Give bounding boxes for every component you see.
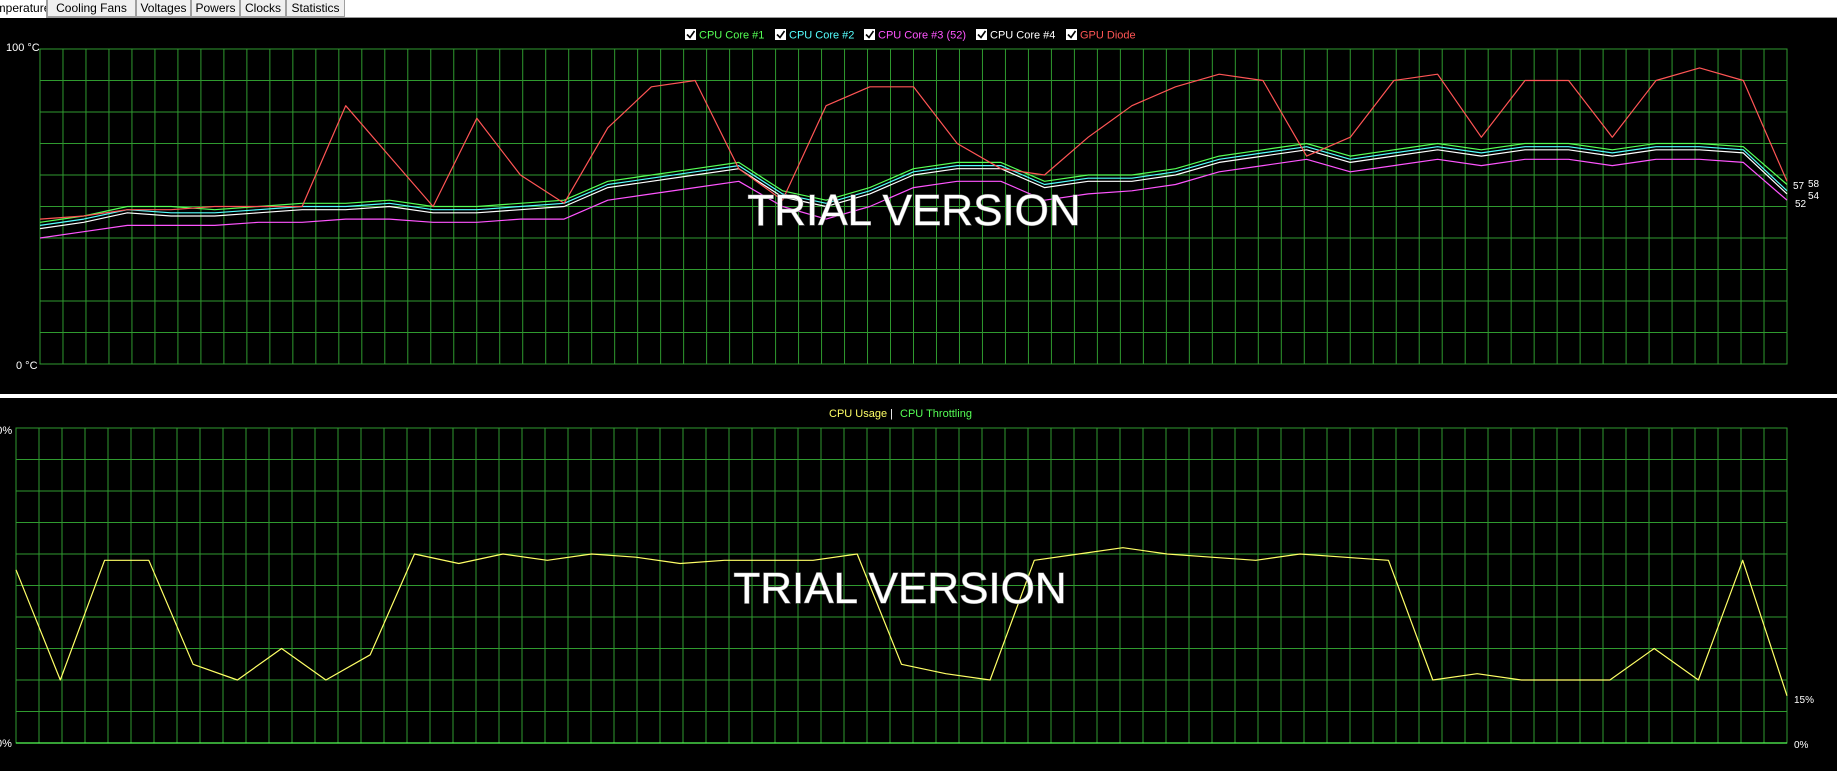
tab-label: Clocks — [244, 1, 281, 15]
tab-label: Powers — [195, 1, 236, 15]
checkbox-icon[interactable] — [864, 29, 875, 40]
current-values: 57 58 54 52 — [1793, 179, 1820, 210]
checkbox-icon[interactable] — [685, 29, 696, 40]
current-value-core3: 52 — [1795, 199, 1807, 210]
trial-watermark: TRIAL VERSION — [747, 186, 1080, 235]
tab-temperatures[interactable]: Temperatures — [0, 0, 47, 18]
legend-item-cpu-core-4[interactable]: CPU Core #4 — [976, 29, 1055, 42]
tab-bar: Temperatures Cooling Fans Voltages Power… — [0, 0, 1837, 18]
legend-item-cpu-core-1[interactable]: CPU Core #1 — [685, 29, 764, 42]
current-value-core1: 57 — [1793, 181, 1805, 192]
current-value-core4: 54 — [1808, 191, 1820, 202]
legend-label: CPU Core #3 (52) — [878, 30, 966, 42]
usage-chart: CPU Usage | CPU Throttling 100% 0% TRIAL… — [0, 408, 1814, 751]
legend-separator: | — [890, 408, 893, 420]
tab-clocks[interactable]: Clocks — [240, 0, 286, 17]
tab-label: Temperatures — [0, 1, 46, 15]
y-axis-top-label: 100 °C — [6, 42, 40, 54]
legend-label: CPU Core #4 — [990, 30, 1055, 42]
tab-cooling-fans[interactable]: Cooling Fans — [47, 0, 136, 17]
checkbox-icon[interactable] — [976, 29, 987, 40]
y-axis-top-label: 100% — [0, 425, 12, 437]
legend-item-cpu-core-2[interactable]: CPU Core #2 — [775, 29, 854, 42]
legend-label: CPU Core #2 — [789, 30, 854, 42]
current-throttling-value: 0% — [1794, 740, 1809, 751]
usage-panel: CPU Usage | CPU Throttling 100% 0% TRIAL… — [0, 398, 1837, 771]
tab-powers[interactable]: Powers — [191, 0, 240, 17]
tab-label: Voltages — [140, 1, 187, 15]
tab-label: Statistics — [291, 1, 340, 15]
trial-watermark: TRIAL VERSION — [733, 564, 1066, 613]
y-axis-bottom-label: 0 °C — [16, 360, 38, 372]
current-value-gpu: 58 — [1808, 179, 1820, 190]
legend-cpu-throttling[interactable]: CPU Throttling — [900, 408, 972, 420]
y-axis-bottom-label: 0% — [0, 738, 12, 750]
usage-legend: CPU Usage | CPU Throttling — [829, 408, 972, 420]
checkbox-icon[interactable] — [775, 29, 786, 40]
legend-label: CPU Core #1 — [699, 30, 764, 42]
tab-voltages[interactable]: Voltages — [136, 0, 191, 17]
tab-statistics[interactable]: Statistics — [286, 0, 345, 17]
legend-item-cpu-core-3[interactable]: CPU Core #3 (52) — [864, 29, 966, 42]
temperature-chart: CPU Core #1 CPU Core #2 CPU Core #3 (52)… — [6, 29, 1820, 372]
legend-cpu-usage[interactable]: CPU Usage — [829, 408, 887, 420]
temperature-legend: CPU Core #1 CPU Core #2 CPU Core #3 (52)… — [685, 29, 1136, 42]
checkbox-icon[interactable] — [1066, 29, 1077, 40]
legend-label: GPU Diode — [1080, 30, 1136, 42]
tab-label: Cooling Fans — [56, 1, 127, 15]
temperature-panel: CPU Core #1 CPU Core #2 CPU Core #3 (52)… — [0, 18, 1837, 394]
legend-item-gpu-diode[interactable]: GPU Diode — [1066, 29, 1136, 42]
current-usage-value: 15% — [1794, 695, 1814, 706]
